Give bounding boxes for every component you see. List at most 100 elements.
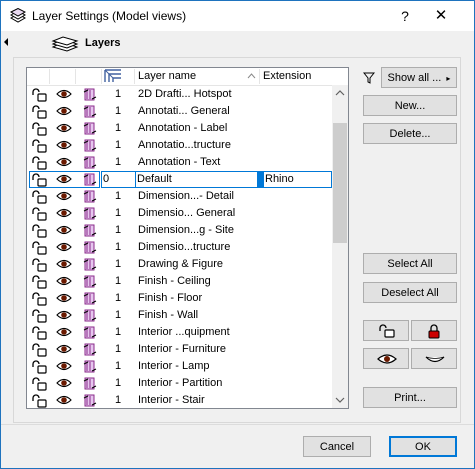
visibility-eye-icon[interactable] xyxy=(56,274,72,289)
wireframe-pen-icon[interactable] xyxy=(82,291,98,306)
visibility-eye-icon[interactable] xyxy=(56,308,72,323)
wireframe-pen-icon[interactable] xyxy=(82,257,98,272)
visibility-eye-icon[interactable] xyxy=(56,104,72,119)
layer-number[interactable]: 1 xyxy=(115,188,121,205)
help-button[interactable]: ? xyxy=(393,5,417,27)
vertical-scrollbar[interactable] xyxy=(332,85,348,408)
layer-number[interactable]: 1 xyxy=(115,103,121,120)
layer-name[interactable]: Dimension...- Detail xyxy=(138,188,258,205)
visibility-eye-icon[interactable] xyxy=(56,121,72,136)
layer-name[interactable]: Interior - Stair xyxy=(138,392,258,408)
layer-number[interactable]: 1 xyxy=(115,154,121,171)
layer-number[interactable]: 1 xyxy=(115,137,121,154)
layer-name[interactable]: Dimensio...tructure xyxy=(138,239,258,256)
lock-toggle-icon[interactable] xyxy=(31,393,47,408)
wireframe-pen-icon[interactable] xyxy=(82,172,98,187)
deselect-all-button[interactable]: Deselect All xyxy=(363,282,457,303)
lock-toggle-icon[interactable] xyxy=(31,376,47,391)
wireframe-pen-icon[interactable] xyxy=(82,393,98,408)
visibility-eye-icon[interactable] xyxy=(56,342,72,357)
table-row[interactable]: 1 Finish - Ceiling xyxy=(27,273,332,290)
layer-list[interactable]: Layer name Extension 1 2D Drafti... Hotsp… xyxy=(26,67,349,409)
table-row[interactable]: 1 Dimensio... General xyxy=(27,205,332,222)
wireframe-pen-icon[interactable] xyxy=(82,342,98,357)
scroll-down-icon[interactable] xyxy=(332,391,348,408)
layer-number[interactable]: 1 xyxy=(115,307,121,324)
layer-extension[interactable] xyxy=(263,137,329,154)
lock-toggle-icon[interactable] xyxy=(31,206,47,221)
lock-toggle-icon[interactable] xyxy=(31,308,47,323)
layer-number[interactable]: 1 xyxy=(115,205,121,222)
wireframe-pen-icon[interactable] xyxy=(82,104,98,119)
visibility-eye-icon[interactable] xyxy=(56,257,72,272)
hide-all-layers-button[interactable] xyxy=(411,348,457,369)
visibility-eye-icon[interactable] xyxy=(56,189,72,204)
table-row[interactable]: 1 Dimensio...tructure xyxy=(27,239,332,256)
column-extension[interactable]: Extension xyxy=(263,68,311,85)
visibility-eye-icon[interactable] xyxy=(56,155,72,170)
layer-extension[interactable] xyxy=(263,120,329,137)
layer-number[interactable]: 1 xyxy=(115,273,121,290)
wireframe-header-icon[interactable] xyxy=(104,69,122,83)
wireframe-pen-icon[interactable] xyxy=(82,155,98,170)
layer-name[interactable]: Annotation - Text xyxy=(138,154,258,171)
table-row-selected[interactable]: 0 Default Rhino xyxy=(27,171,332,188)
layer-extension[interactable] xyxy=(263,324,329,341)
visibility-eye-icon[interactable] xyxy=(56,291,72,306)
layer-extension[interactable] xyxy=(263,307,329,324)
visibility-eye-icon[interactable] xyxy=(56,223,72,238)
layer-number[interactable]: 1 xyxy=(115,358,121,375)
table-row[interactable]: 1 Interior - Furniture xyxy=(27,341,332,358)
table-row[interactable]: 1 2D Drafti... Hotspot xyxy=(27,86,332,103)
layer-number[interactable]: 1 xyxy=(115,341,121,358)
wireframe-pen-icon[interactable] xyxy=(82,87,98,102)
wireframe-pen-icon[interactable] xyxy=(82,376,98,391)
table-row[interactable]: 1 Annotati... General xyxy=(27,103,332,120)
layer-extension[interactable] xyxy=(263,358,329,375)
visibility-eye-icon[interactable] xyxy=(56,393,72,408)
layer-name[interactable]: Annotatio...tructure xyxy=(138,137,258,154)
layer-name[interactable]: Drawing & Figure xyxy=(138,256,258,273)
lock-toggle-icon[interactable] xyxy=(31,240,47,255)
delete-button[interactable]: Delete... xyxy=(363,123,457,144)
layer-number[interactable]: 1 xyxy=(115,222,121,239)
layer-name[interactable]: Dimension...g - Site xyxy=(138,222,258,239)
wireframe-pen-icon[interactable] xyxy=(82,308,98,323)
layer-extension[interactable] xyxy=(263,256,329,273)
scroll-thumb[interactable] xyxy=(333,123,347,243)
layer-number[interactable]: 1 xyxy=(115,324,121,341)
unlock-all-button[interactable] xyxy=(363,320,409,341)
layer-name[interactable]: Interior - Furniture xyxy=(138,341,258,358)
visibility-eye-icon[interactable] xyxy=(56,206,72,221)
column-layer-name[interactable]: Layer name xyxy=(138,68,196,85)
wireframe-pen-icon[interactable] xyxy=(82,223,98,238)
lock-toggle-icon[interactable] xyxy=(31,325,47,340)
layer-number[interactable]: 1 xyxy=(115,120,121,137)
wireframe-pen-icon[interactable] xyxy=(82,325,98,340)
layer-extension[interactable] xyxy=(263,290,329,307)
cancel-button[interactable]: Cancel xyxy=(303,436,371,457)
show-all-layers-button[interactable] xyxy=(363,348,409,369)
wireframe-pen-icon[interactable] xyxy=(82,359,98,374)
layer-name[interactable]: Default xyxy=(135,171,258,188)
layer-extension[interactable] xyxy=(263,341,329,358)
layer-name[interactable]: Interior ...quipment xyxy=(138,324,258,341)
layer-extension[interactable] xyxy=(263,239,329,256)
table-row[interactable]: 1 Interior - Stair xyxy=(27,392,332,408)
lock-toggle-icon[interactable] xyxy=(31,155,47,170)
wireframe-pen-icon[interactable] xyxy=(82,121,98,136)
table-row[interactable]: 1 Interior ...quipment xyxy=(27,324,332,341)
visibility-eye-icon[interactable] xyxy=(56,325,72,340)
layer-number[interactable]: 1 xyxy=(115,86,121,103)
lock-toggle-icon[interactable] xyxy=(31,172,47,187)
table-row[interactable]: 1 Annotatio...tructure xyxy=(27,137,332,154)
wireframe-pen-icon[interactable] xyxy=(82,274,98,289)
table-row[interactable]: 1 Dimension...- Detail xyxy=(27,188,332,205)
layer-extension[interactable] xyxy=(263,103,329,120)
layer-extension[interactable] xyxy=(263,86,329,103)
visibility-eye-icon[interactable] xyxy=(56,87,72,102)
lock-toggle-icon[interactable] xyxy=(31,223,47,238)
layer-extension[interactable] xyxy=(263,222,329,239)
ok-button[interactable]: OK xyxy=(389,436,457,457)
collapse-arrow-icon[interactable] xyxy=(4,38,8,46)
